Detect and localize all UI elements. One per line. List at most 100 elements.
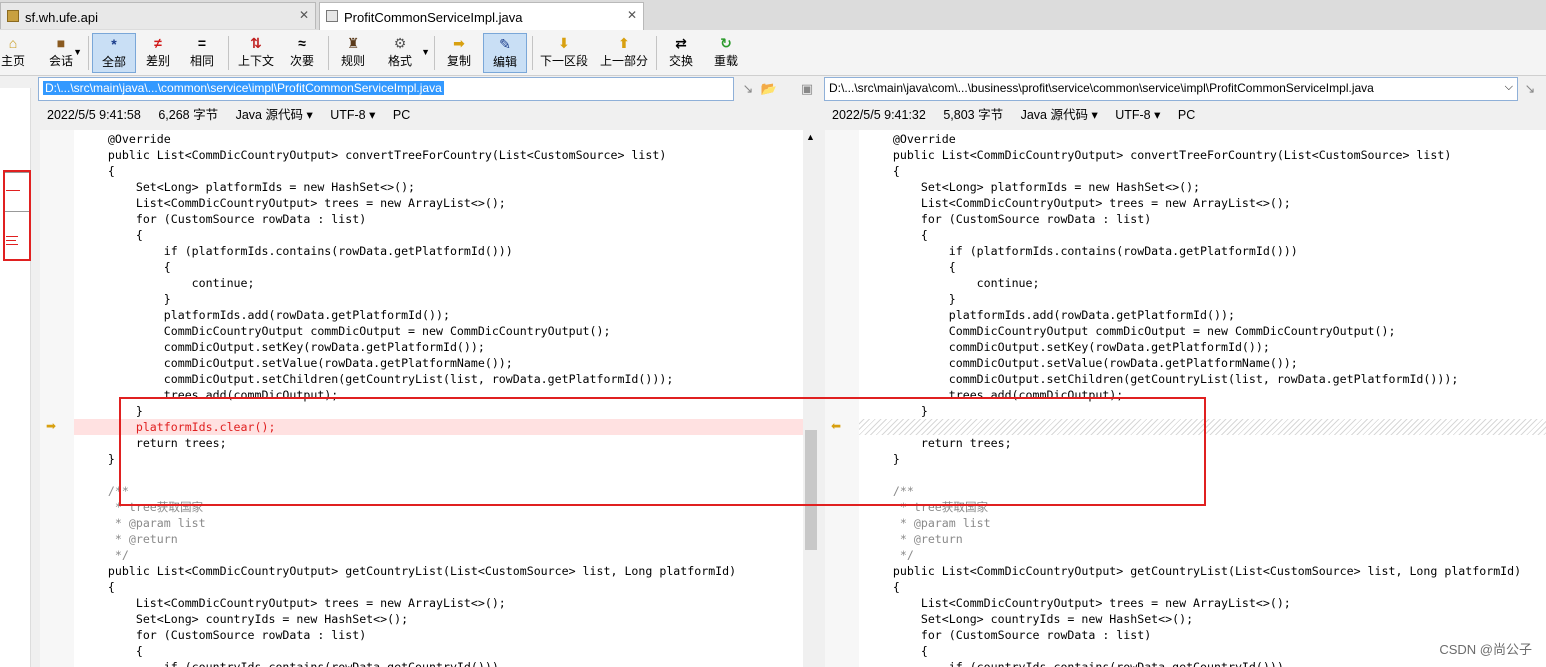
show-same-button[interactable]: = 相同 <box>184 33 220 73</box>
code-line[interactable]: public List<CommDicCountryOutput> conver… <box>859 147 1546 163</box>
tab-label: sf.wh.ufe.api <box>25 10 98 25</box>
close-icon[interactable]: ✕ <box>299 8 309 22</box>
tab-profit-common-service[interactable]: ProfitCommonServiceImpl.java ✕ <box>319 2 644 31</box>
annotation-box <box>3 170 31 261</box>
separator <box>532 36 533 70</box>
code-line[interactable]: continue; <box>859 275 1546 291</box>
left-eol[interactable]: PC <box>393 108 410 122</box>
code-line[interactable]: public List<CommDicCountryOutput> getCou… <box>859 563 1546 579</box>
arrow-right-icon[interactable]: ➡ <box>44 420 58 432</box>
code-line[interactable]: for (CustomSource rowData : list) <box>74 627 803 643</box>
arrow-right-icon: ➡ <box>453 35 465 51</box>
right-encoding[interactable]: UTF-8 ▾ <box>1115 108 1160 122</box>
code-line[interactable]: { <box>74 163 803 179</box>
left-datetime: 2022/5/5 9:41:58 <box>47 108 141 122</box>
edit-icon: ✎ <box>499 36 511 52</box>
code-line[interactable]: commDicOutput.setKey(rowData.getPlatform… <box>74 339 803 355</box>
right-arrow-button[interactable]: ↘ <box>1521 80 1539 98</box>
code-line[interactable]: { <box>74 579 803 595</box>
close-icon[interactable]: ✕ <box>627 8 637 22</box>
chevron-down-icon[interactable]: ▼ <box>421 47 430 57</box>
code-line[interactable]: { <box>859 259 1546 275</box>
code-line[interactable]: List<CommDicCountryOutput> trees = new A… <box>74 595 803 611</box>
code-line[interactable]: commDicOutput.setChildren(getCountryList… <box>74 371 803 387</box>
code-line[interactable]: for (CustomSource rowData : list) <box>859 211 1546 227</box>
code-line[interactable]: CommDicCountryOutput commDicOutput = new… <box>859 323 1546 339</box>
code-line[interactable]: * @param list <box>74 515 803 531</box>
code-line[interactable]: platformIds.add(rowData.getPlatformId())… <box>859 307 1546 323</box>
code-line[interactable]: List<CommDicCountryOutput> trees = new A… <box>859 195 1546 211</box>
context-button[interactable]: ⇅ 上下文 <box>234 33 278 73</box>
code-line[interactable]: if (countryIds.contains(rowData.getCount… <box>859 659 1546 667</box>
tab-api[interactable]: sf.wh.ufe.api ✕ <box>0 2 316 29</box>
code-line[interactable]: { <box>74 643 803 659</box>
code-line[interactable]: commDicOutput.setValue(rowData.getPlatfo… <box>74 355 803 371</box>
code-line[interactable]: } <box>74 291 803 307</box>
chevron-down-icon[interactable]: ▼ <box>73 47 82 57</box>
code-line[interactable]: continue; <box>74 275 803 291</box>
code-line[interactable]: { <box>859 227 1546 243</box>
next-section-button[interactable]: ⬇ 下一区段 <box>537 33 591 73</box>
code-line[interactable]: { <box>859 579 1546 595</box>
right-path-field[interactable]: D:\...\src\main\java\com\...\business\pr… <box>824 77 1518 101</box>
code-line[interactable]: commDicOutput.setKey(rowData.getPlatform… <box>859 339 1546 355</box>
code-line[interactable]: platformIds.add(rowData.getPlatformId())… <box>74 307 803 323</box>
home-button[interactable]: ⌂ 主页 <box>0 33 26 73</box>
session-button[interactable]: ■ 会话 ▼ <box>36 33 86 73</box>
code-line[interactable]: List<CommDicCountryOutput> trees = new A… <box>859 595 1546 611</box>
code-line[interactable]: { <box>859 163 1546 179</box>
edit-button[interactable]: ✎ 编辑 <box>483 33 527 73</box>
code-line[interactable]: } <box>859 291 1546 307</box>
code-line[interactable]: * @param list <box>859 515 1546 531</box>
left-size: 6,268 字节 <box>158 108 219 122</box>
save-icon[interactable]: ▣ <box>798 80 816 98</box>
show-all-button[interactable]: * 全部 <box>92 33 136 73</box>
rules-button[interactable]: ♜ 规则 <box>334 33 372 73</box>
right-language[interactable]: Java 源代码 ▾ <box>1021 108 1098 122</box>
code-line[interactable]: for (CustomSource rowData : list) <box>74 211 803 227</box>
format-button[interactable]: ⚙ 格式 ▼ <box>378 33 430 73</box>
code-line[interactable]: CommDicCountryOutput commDicOutput = new… <box>74 323 803 339</box>
arrow-down-icon: ⬇ <box>558 35 570 51</box>
code-line[interactable]: if (countryIds.contains(rowData.getCount… <box>74 659 803 667</box>
separator <box>88 36 89 70</box>
code-line[interactable]: Set<Long> platformIds = new HashSet<>(); <box>74 179 803 195</box>
code-line[interactable]: commDicOutput.setValue(rowData.getPlatfo… <box>859 355 1546 371</box>
chevron-down-icon[interactable]: ⌵ <box>1505 81 1513 94</box>
show-diff-button[interactable]: ≠ 差别 <box>140 33 176 73</box>
swap-icon: ⇄ <box>675 35 687 51</box>
left-language[interactable]: Java 源代码 ▾ <box>236 108 313 122</box>
copy-button[interactable]: ➡ 复制 <box>440 33 478 73</box>
code-line[interactable]: List<CommDicCountryOutput> trees = new A… <box>74 195 803 211</box>
reload-icon: ↻ <box>720 35 732 51</box>
right-eol[interactable]: PC <box>1178 108 1195 122</box>
reload-button[interactable]: ↻ 重载 <box>708 33 744 73</box>
code-line[interactable]: @Override <box>859 131 1546 147</box>
code-line[interactable]: if (platformIds.contains(rowData.getPlat… <box>74 243 803 259</box>
code-line[interactable]: * @return <box>859 531 1546 547</box>
open-folder-icon[interactable]: 📂 <box>760 80 778 98</box>
home-icon: ⌂ <box>8 35 18 51</box>
code-line[interactable]: Set<Long> countryIds = new HashSet<>(); <box>74 611 803 627</box>
code-line[interactable]: if (platformIds.contains(rowData.getPlat… <box>859 243 1546 259</box>
scroll-up-icon[interactable]: ▲ <box>806 132 815 142</box>
left-path-field[interactable]: D:\...\src\main\java\...\common\service\… <box>38 77 734 101</box>
code-line[interactable]: */ <box>74 547 803 563</box>
code-line[interactable]: commDicOutput.setChildren(getCountryList… <box>859 371 1546 387</box>
prev-section-button[interactable]: ⬆ 上一部分 <box>597 33 651 73</box>
left-encoding[interactable]: UTF-8 ▾ <box>330 108 375 122</box>
approx-icon: ≈ <box>298 35 306 51</box>
code-line[interactable]: { <box>74 227 803 243</box>
code-line[interactable]: Set<Long> countryIds = new HashSet<>(); <box>859 611 1546 627</box>
minor-button[interactable]: ≈ 次要 <box>284 33 320 73</box>
code-line[interactable]: Set<Long> platformIds = new HashSet<>(); <box>859 179 1546 195</box>
swap-button[interactable]: ⇄ 交换 <box>664 33 698 73</box>
code-line[interactable]: @Override <box>74 131 803 147</box>
left-arrow-button[interactable]: ↘ <box>739 80 757 98</box>
code-line[interactable]: * @return <box>74 531 803 547</box>
equal-icon: = <box>197 35 207 51</box>
code-line[interactable]: */ <box>859 547 1546 563</box>
code-line[interactable]: public List<CommDicCountryOutput> getCou… <box>74 563 803 579</box>
code-line[interactable]: public List<CommDicCountryOutput> conver… <box>74 147 803 163</box>
code-line[interactable]: { <box>74 259 803 275</box>
